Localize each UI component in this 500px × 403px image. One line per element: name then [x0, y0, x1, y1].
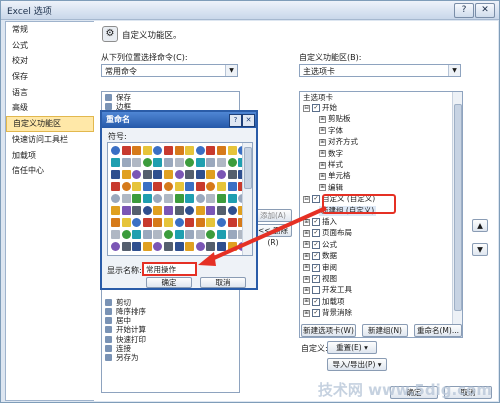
arrow-line — [204, 206, 327, 264]
annotation-arrow — [198, 206, 327, 266]
arrow-head — [198, 252, 216, 266]
watermark: 技术网 www.5dig.com — [317, 381, 492, 399]
